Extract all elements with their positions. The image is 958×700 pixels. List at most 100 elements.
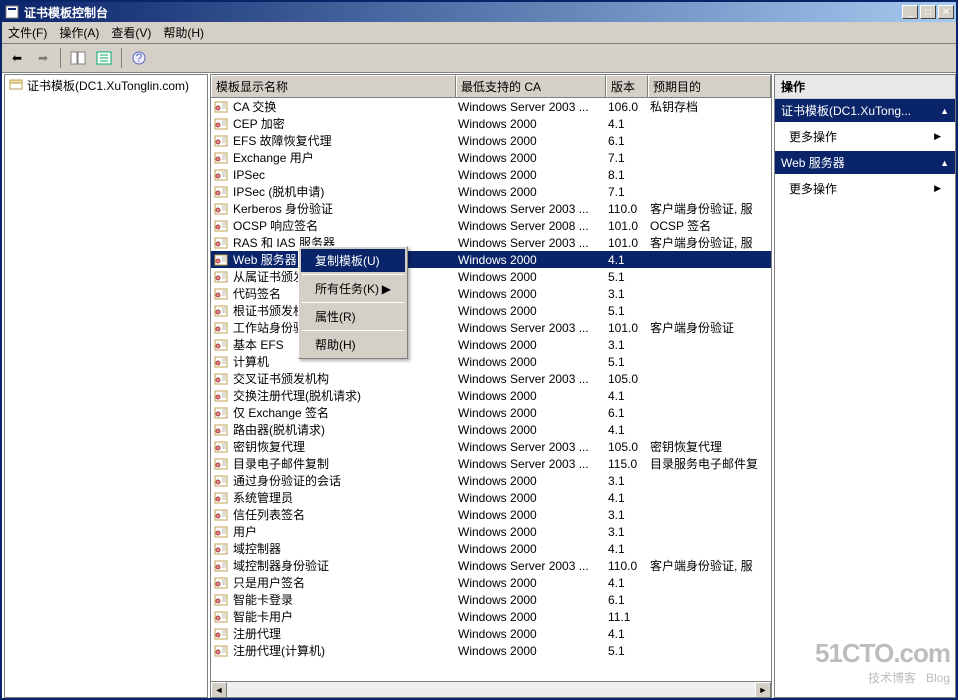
table-row[interactable]: CA 交换Windows Server 2003 ...106.0私钥存档 (211, 98, 771, 115)
cm-all-tasks[interactable]: 所有任务(K) ▶ (301, 277, 405, 300)
table-row[interactable]: OCSP 响应签名Windows Server 2008 ...101.0OCS… (211, 217, 771, 234)
cell-ca: Windows 2000 (454, 406, 604, 420)
cell-ca: Windows Server 2003 ... (454, 559, 604, 573)
cert-template-icon (213, 252, 229, 268)
chevron-right-icon: ▶ (934, 183, 941, 194)
cell-name: 路由器(脱机请求) (229, 421, 454, 438)
list-body[interactable]: CA 交换Windows Server 2003 ...106.0私钥存档CEP… (211, 98, 771, 681)
scroll-right-button[interactable]: ► (755, 682, 771, 698)
cell-name: 只是用户签名 (229, 574, 454, 591)
help-button[interactable]: ? (128, 47, 150, 69)
table-row[interactable]: 只是用户签名Windows 20004.1 (211, 574, 771, 591)
scroll-left-button[interactable]: ◄ (211, 682, 227, 698)
table-row[interactable]: 路由器(脱机请求)Windows 20004.1 (211, 421, 771, 438)
table-row[interactable]: 智能卡登录Windows 20006.1 (211, 591, 771, 608)
cell-ca: Windows Server 2003 ... (454, 236, 604, 250)
table-row[interactable]: Web 服务器Windows 20004.1 (211, 251, 771, 268)
table-row[interactable]: 用户Windows 20003.1 (211, 523, 771, 540)
table-row[interactable]: 代码签名Windows 20003.1 (211, 285, 771, 302)
cell-version: 3.1 (604, 474, 646, 488)
cert-template-icon (213, 405, 229, 421)
table-row[interactable]: 交叉证书颁发机构Windows Server 2003 ...105.0 (211, 370, 771, 387)
table-row[interactable]: IPSecWindows 20008.1 (211, 166, 771, 183)
cell-ca: Windows Server 2003 ... (454, 321, 604, 335)
list-pane: 模板显示名称 最低支持的 CA 版本 预期目的 CA 交换Windows Ser… (210, 74, 772, 698)
cert-template-icon (213, 269, 229, 285)
actions-section-web-label: Web 服务器 (781, 154, 845, 171)
col-name[interactable]: 模板显示名称 (211, 75, 456, 97)
col-ca[interactable]: 最低支持的 CA (456, 75, 606, 97)
refresh-button[interactable] (93, 47, 115, 69)
tree-root[interactable]: 证书模板(DC1.XuTonglin.com) (5, 75, 207, 96)
cert-template-icon (213, 235, 229, 251)
cert-template-icon (213, 201, 229, 217)
cell-version: 5.1 (604, 304, 646, 318)
table-row[interactable]: RAS 和 IAS 服务器Windows Server 2003 ...101.… (211, 234, 771, 251)
actions-section-templates[interactable]: 证书模板(DC1.XuTong... ▲ (775, 99, 955, 122)
show-hide-tree-button[interactable] (67, 47, 89, 69)
table-row[interactable]: 交换注册代理(脱机请求)Windows 20004.1 (211, 387, 771, 404)
table-row[interactable]: 根证书颁发机构Windows 20005.1 (211, 302, 771, 319)
table-row[interactable]: 计算机Windows 20005.1 (211, 353, 771, 370)
table-row[interactable]: 通过身份验证的会话Windows 20003.1 (211, 472, 771, 489)
cell-version: 3.1 (604, 525, 646, 539)
cell-name: 注册代理 (229, 625, 454, 642)
cell-ca: Windows 2000 (454, 168, 604, 182)
cell-version: 6.1 (604, 593, 646, 607)
actions-section-web[interactable]: Web 服务器 ▲ (775, 151, 955, 174)
table-row[interactable]: 从属证书颁发机构Windows 20005.1 (211, 268, 771, 285)
cell-name: 密钥恢复代理 (229, 438, 454, 455)
table-row[interactable]: 目录电子邮件复制Windows Server 2003 ...115.0目录服务… (211, 455, 771, 472)
tree-pane[interactable]: 证书模板(DC1.XuTonglin.com) (4, 74, 208, 698)
menu-view[interactable]: 查看(V) (111, 24, 151, 41)
table-row[interactable]: 域控制器身份验证Windows Server 2003 ...110.0客户端身… (211, 557, 771, 574)
cm-help[interactable]: 帮助(H) (301, 333, 405, 356)
table-row[interactable]: CEP 加密Windows 20004.1 (211, 115, 771, 132)
menu-help[interactable]: 帮助(H) (163, 24, 204, 41)
table-row[interactable]: 基本 EFSWindows 20003.1 (211, 336, 771, 353)
scroll-track[interactable] (227, 682, 755, 697)
cm-duplicate-template[interactable]: 复制模板(U) (301, 249, 405, 272)
cell-purpose: 客户端身份验证 (646, 319, 771, 336)
col-purpose[interactable]: 预期目的 (648, 75, 771, 97)
table-row[interactable]: 注册代理(计算机)Windows 20005.1 (211, 642, 771, 659)
cell-name: CEP 加密 (229, 115, 454, 132)
cell-version: 4.1 (604, 491, 646, 505)
table-row[interactable]: EFS 故障恢复代理Windows 20006.1 (211, 132, 771, 149)
actions-more-2[interactable]: 更多操作 ▶ (775, 174, 955, 203)
actions-pane: 操作 证书模板(DC1.XuTong... ▲ 更多操作 ▶ Web 服务器 ▲… (774, 74, 956, 698)
maximize-button[interactable]: □ (920, 5, 936, 19)
table-row[interactable]: 域控制器Windows 20004.1 (211, 540, 771, 557)
table-row[interactable]: 智能卡用户Windows 200011.1 (211, 608, 771, 625)
mmc-window: 证书模板控制台 _ □ ✕ 文件(F) 操作(A) 查看(V) 帮助(H) ⬅ … (0, 0, 958, 700)
back-button[interactable]: ⬅ (6, 47, 28, 69)
cell-version: 4.1 (604, 627, 646, 641)
actions-more-1[interactable]: 更多操作 ▶ (775, 122, 955, 151)
table-row[interactable]: 密钥恢复代理Windows Server 2003 ...105.0密钥恢复代理 (211, 438, 771, 455)
table-row[interactable]: 系统管理员Windows 20004.1 (211, 489, 771, 506)
table-row[interactable]: 工作站身份验证Windows Server 2003 ...101.0客户端身份… (211, 319, 771, 336)
menu-file[interactable]: 文件(F) (8, 24, 47, 41)
cell-name: 系统管理员 (229, 489, 454, 506)
table-row[interactable]: Exchange 用户Windows 20007.1 (211, 149, 771, 166)
cell-version: 3.1 (604, 287, 646, 301)
close-button[interactable]: ✕ (938, 5, 954, 19)
cm-properties[interactable]: 属性(R) (301, 305, 405, 328)
cert-template-icon (213, 184, 229, 200)
cell-name: 注册代理(计算机) (229, 642, 454, 659)
menu-action[interactable]: 操作(A) (59, 24, 99, 41)
table-row[interactable]: 信任列表签名Windows 20003.1 (211, 506, 771, 523)
cert-template-icon (213, 507, 229, 523)
cell-ca: Windows 2000 (454, 593, 604, 607)
table-row[interactable]: 仅 Exchange 签名Windows 20006.1 (211, 404, 771, 421)
table-row[interactable]: IPSec (脱机申请)Windows 20007.1 (211, 183, 771, 200)
table-row[interactable]: 注册代理Windows 20004.1 (211, 625, 771, 642)
cert-template-icon (213, 541, 229, 557)
col-version[interactable]: 版本 (606, 75, 648, 97)
forward-button[interactable]: ➡ (32, 47, 54, 69)
cert-template-icon (213, 320, 229, 336)
table-row[interactable]: Kerberos 身份验证Windows Server 2003 ...110.… (211, 200, 771, 217)
cell-name: 信任列表签名 (229, 506, 454, 523)
horizontal-scrollbar[interactable]: ◄ ► (211, 681, 771, 697)
minimize-button[interactable]: _ (902, 5, 918, 19)
